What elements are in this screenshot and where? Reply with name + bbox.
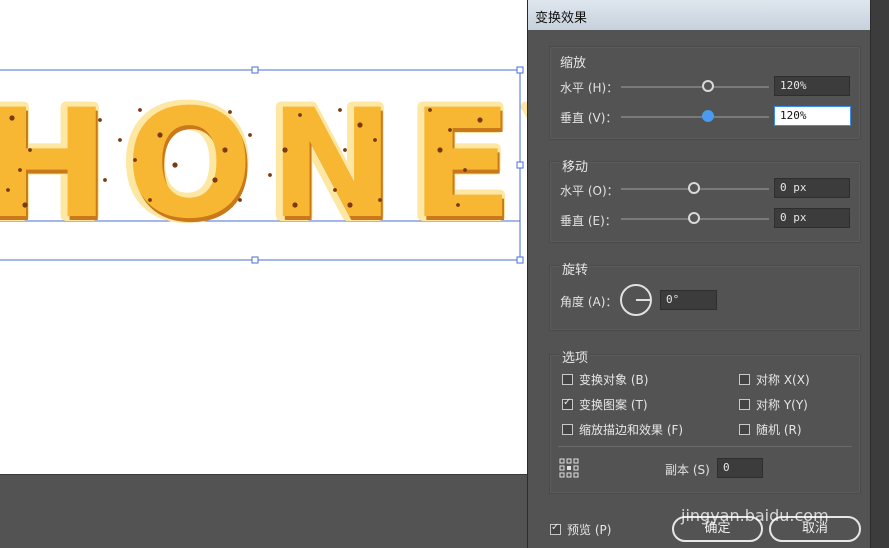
transform-patterns-checkbox-row[interactable]: 变换图案 (T) xyxy=(562,396,648,413)
honey-dot xyxy=(347,202,353,208)
honey-dot xyxy=(373,138,377,142)
dialog-title: 变换效果 xyxy=(535,11,588,26)
honey-dot xyxy=(282,147,288,153)
honey-dot xyxy=(222,147,228,153)
selection-handle-bottom[interactable] xyxy=(251,256,259,264)
reflect-x-checkbox-row[interactable]: 对称 X(X) xyxy=(739,371,810,388)
preview-label: 预览 (P) xyxy=(567,523,612,537)
move-group xyxy=(549,161,861,243)
panel-strip xyxy=(870,0,889,548)
honey-dot xyxy=(378,198,382,202)
honey-dot xyxy=(212,177,218,183)
options-group-title: 选项 xyxy=(560,347,591,366)
preview-checkbox-row[interactable]: 预览 (P) xyxy=(550,521,611,538)
scale-vertical-slider[interactable] xyxy=(621,116,769,118)
honey-dot xyxy=(6,188,10,192)
transform-patterns-label: 变换图案 (T) xyxy=(579,398,648,412)
honey-dot xyxy=(333,188,337,192)
honey-dot xyxy=(18,168,22,172)
copies-field[interactable]: 0 xyxy=(717,458,763,478)
honey-dot xyxy=(138,108,142,112)
honey-dot xyxy=(448,128,452,132)
scale-horizontal-slider-thumb[interactable] xyxy=(702,80,714,92)
honey-dot xyxy=(343,148,347,152)
honey-dot xyxy=(118,138,122,142)
move-group-title: 移动 xyxy=(560,156,591,175)
random-checkbox-row[interactable]: 随机 (R) xyxy=(739,421,802,438)
scale-horizontal-field[interactable]: 120% xyxy=(774,76,850,96)
selection-handle-top-right[interactable] xyxy=(516,66,524,74)
scale-horizontal-slider[interactable] xyxy=(621,86,769,88)
selection-handle-top[interactable] xyxy=(251,66,259,74)
scale-strokes-checkbox[interactable] xyxy=(562,424,573,435)
honey-dot xyxy=(98,118,102,122)
reference-point-icon[interactable] xyxy=(559,458,579,478)
move-vertical-label: 垂直 (E)： xyxy=(560,214,617,228)
honey-dot xyxy=(477,117,483,123)
transform-objects-checkbox-row[interactable]: 变换对象 (B) xyxy=(562,371,648,388)
scale-strokes-checkbox-row[interactable]: 缩放描边和效果 (F) xyxy=(562,421,683,438)
honey-dot xyxy=(268,173,272,177)
copies-label: 副本 (S) xyxy=(665,463,710,477)
rotate-angle-field[interactable]: 0° xyxy=(660,290,717,310)
reflect-x-label: 对称 X(X) xyxy=(756,373,810,387)
transform-effect-dialog: 变换效果 缩放 水平 (H)： 120% 垂直 (V)： 120% 移动 水平 … xyxy=(527,0,871,548)
move-horizontal-slider-thumb[interactable] xyxy=(688,182,700,194)
honey-dot xyxy=(357,122,363,128)
move-horizontal-label: 水平 (O)： xyxy=(560,184,619,198)
angle-dial-icon[interactable] xyxy=(619,283,653,317)
honey-dot xyxy=(338,108,342,112)
honey-dot xyxy=(228,110,232,114)
scale-group-title: 缩放 xyxy=(560,56,587,71)
preview-checkbox[interactable] xyxy=(550,522,561,535)
rotate-angle-label: 角度 (A)： xyxy=(560,295,618,309)
selection-handle-bottom-right[interactable] xyxy=(516,256,524,264)
honey-dot xyxy=(22,202,28,208)
scale-vertical-slider-thumb[interactable] xyxy=(702,110,714,122)
honey-dot xyxy=(248,133,252,137)
canvas-pasteboard xyxy=(0,474,527,548)
reflect-y-checkbox[interactable] xyxy=(739,399,750,410)
honey-dot xyxy=(28,148,32,152)
rotate-group-title: 旋转 xyxy=(560,259,591,278)
reflect-y-label: 对称 Y(Y) xyxy=(756,398,808,412)
transform-patterns-checkbox[interactable] xyxy=(562,397,573,410)
random-label: 随机 (R) xyxy=(756,423,802,437)
move-vertical-field[interactable]: 0 px xyxy=(774,208,850,228)
scale-strokes-label: 缩放描边和效果 (F) xyxy=(579,423,684,437)
honey-artwork[interactable]: HONEY HONEY HONEY xyxy=(0,0,527,474)
reflect-y-checkbox-row[interactable]: 对称 Y(Y) xyxy=(739,396,808,413)
honey-dot xyxy=(437,147,443,153)
honey-dot xyxy=(292,202,298,208)
honey-dot xyxy=(172,162,178,168)
move-horizontal-field[interactable]: 0 px xyxy=(774,178,850,198)
honey-dot xyxy=(133,158,137,162)
honey-dot xyxy=(103,178,107,182)
scale-horizontal-label: 水平 (H)： xyxy=(560,81,619,95)
honey-letters: HONEY HONEY HONEY xyxy=(0,73,527,257)
transform-objects-label: 变换对象 (B) xyxy=(579,373,649,387)
honey-dot xyxy=(157,132,163,138)
dialog-titlebar[interactable]: 变换效果 xyxy=(528,0,870,30)
scale-vertical-field[interactable]: 120% xyxy=(774,106,851,126)
letters-fill: HONEY xyxy=(0,78,527,252)
honey-dot xyxy=(298,113,302,117)
random-checkbox[interactable] xyxy=(739,424,750,435)
honey-dot xyxy=(428,108,432,112)
honey-dot xyxy=(148,198,152,202)
honey-dot xyxy=(9,115,15,121)
honey-dot xyxy=(238,198,242,202)
options-divider xyxy=(558,446,852,447)
artboard-canvas[interactable]: HONEY HONEY HONEY xyxy=(0,0,527,474)
scale-vertical-label: 垂直 (V)： xyxy=(560,111,618,125)
move-vertical-slider-thumb[interactable] xyxy=(688,212,700,224)
reflect-x-checkbox[interactable] xyxy=(739,374,750,385)
honey-dot xyxy=(463,168,467,172)
watermark-text: jingyan.baidu.com xyxy=(681,506,829,525)
honey-dot xyxy=(456,203,460,207)
transform-objects-checkbox[interactable] xyxy=(562,374,573,385)
